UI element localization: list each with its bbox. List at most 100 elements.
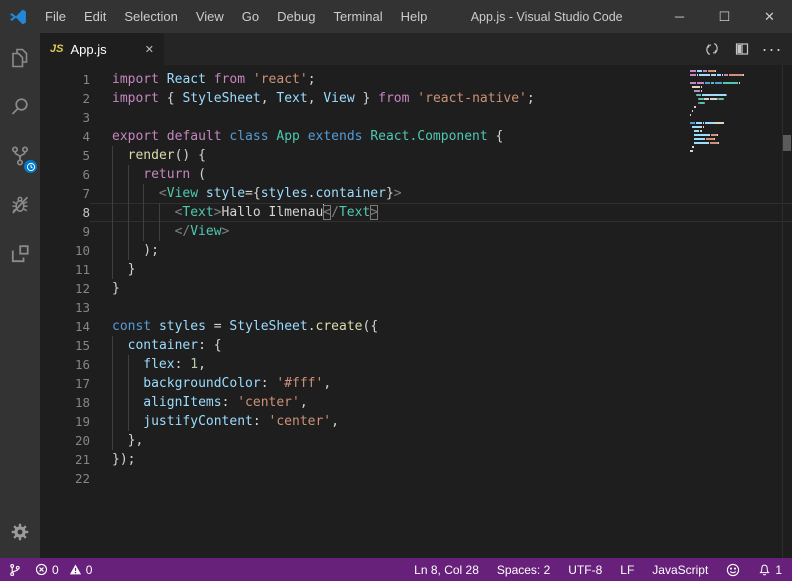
tab-bar: JS App.js ✕: [40, 33, 792, 65]
line-number: 22: [40, 469, 90, 488]
main-area: JS App.js ✕: [0, 33, 792, 558]
indent-guide: [143, 203, 159, 222]
more-actions-icon[interactable]: ···: [758, 36, 786, 62]
code-token: View: [190, 224, 221, 239]
menu-selection[interactable]: Selection: [115, 0, 186, 33]
code-line-22[interactable]: 22: [40, 469, 792, 488]
code-token: export default: [112, 129, 229, 144]
line-number: 15: [40, 336, 90, 355]
status-indentation[interactable]: Spaces: 2: [497, 563, 550, 577]
minimap-line: [690, 142, 768, 144]
code-line-text: flex: 1,: [90, 355, 792, 374]
menu-file[interactable]: File: [36, 0, 75, 33]
errors-count: 0: [52, 563, 59, 577]
code-line-21[interactable]: 21});: [40, 450, 792, 469]
debug-icon[interactable]: [0, 180, 40, 229]
split-editor-icon[interactable]: [728, 36, 756, 62]
menu-terminal[interactable]: Terminal: [324, 0, 391, 33]
code-token: container: [315, 186, 385, 201]
code-line-7[interactable]: 7<View style={styles.container}>: [40, 184, 792, 203]
code-line-15[interactable]: 15container: {: [40, 336, 792, 355]
minimap-line: [690, 154, 768, 156]
status-eol[interactable]: LF: [620, 563, 634, 577]
minimap[interactable]: [690, 70, 768, 158]
code-line-16[interactable]: 16flex: 1,: [40, 355, 792, 374]
explorer-icon[interactable]: [0, 33, 40, 82]
feedback-smiley-icon[interactable]: [726, 563, 740, 577]
code-token: </: [175, 224, 191, 239]
git-branch-icon[interactable]: [8, 563, 21, 577]
status-bar: 0 0: [0, 558, 792, 581]
errors-icon: [35, 563, 48, 576]
tab-close-icon[interactable]: ✕: [145, 43, 154, 56]
code-line-8[interactable]: 8<Text>Hallo Ilmenau</Text>: [40, 203, 792, 222]
code-line-10[interactable]: 10);: [40, 241, 792, 260]
code-line-1[interactable]: 1import React from 'react';: [40, 70, 792, 89]
source-control-icon[interactable]: [0, 131, 40, 180]
indent-guide: [112, 165, 128, 184]
search-icon[interactable]: [0, 82, 40, 131]
maximize-button[interactable]: ☐: [702, 0, 747, 33]
menu-help[interactable]: Help: [392, 0, 437, 33]
line-number: 16: [40, 355, 90, 374]
notifications-bell[interactable]: 1: [758, 563, 782, 577]
status-cursor-position[interactable]: Ln 8, Col 28: [414, 563, 479, 577]
indent-guide: [128, 355, 144, 374]
indent-guide: [112, 336, 128, 355]
menu-go[interactable]: Go: [233, 0, 268, 33]
code-line-5[interactable]: 5render() {: [40, 146, 792, 165]
minimap-line: [690, 98, 768, 100]
code-line-12[interactable]: 12}: [40, 279, 792, 298]
code-token: });: [112, 452, 135, 467]
code-token: );: [143, 243, 159, 258]
code-editor[interactable]: 1import React from 'react';2import { Sty…: [40, 65, 792, 558]
code-lines: 1import React from 'react';2import { Sty…: [40, 65, 792, 558]
code-token: >: [222, 224, 230, 239]
line-number: 19: [40, 412, 90, 431]
code-token: Text: [182, 205, 213, 220]
indent-guide: [112, 260, 128, 279]
code-line-19[interactable]: 19justifyContent: 'center',: [40, 412, 792, 431]
menu-edit[interactable]: Edit: [75, 0, 115, 33]
code-token: ,: [198, 357, 206, 372]
vscode-window: FileEditSelectionViewGoDebugTerminalHelp…: [0, 0, 792, 581]
indent-guide: [128, 184, 144, 203]
code-line-3[interactable]: 3: [40, 108, 792, 127]
code-line-6[interactable]: 6return (: [40, 165, 792, 184]
code-token: }: [386, 186, 394, 201]
tab-appjs[interactable]: JS App.js ✕: [40, 33, 164, 65]
menu-debug[interactable]: Debug: [268, 0, 324, 33]
extensions-icon[interactable]: [0, 229, 40, 278]
overview-ruler[interactable]: [782, 65, 792, 558]
code-line-9[interactable]: 9 </View>: [40, 222, 792, 241]
code-line-text: });: [90, 450, 792, 469]
status-language-mode[interactable]: JavaScript: [652, 563, 708, 577]
code-token: styles: [261, 186, 308, 201]
minimize-button[interactable]: ─: [657, 0, 702, 33]
indent-guide: [159, 222, 175, 241]
code-line-13[interactable]: 13: [40, 298, 792, 317]
code-line-18[interactable]: 18alignItems: 'center',: [40, 393, 792, 412]
open-changes-icon[interactable]: [698, 36, 726, 62]
code-token: }: [355, 91, 378, 106]
line-number: 3: [40, 108, 90, 127]
code-line-11[interactable]: 11}: [40, 260, 792, 279]
status-encoding[interactable]: UTF-8: [568, 563, 602, 577]
code-line-4[interactable]: 4export default class App extends React.…: [40, 127, 792, 146]
code-line-20[interactable]: 20},: [40, 431, 792, 450]
code-token: : {: [198, 338, 221, 353]
minimap-line: [690, 126, 768, 128]
code-line-17[interactable]: 17backgroundColor: '#fff',: [40, 374, 792, 393]
indent-guide: [143, 222, 159, 241]
code-line-14[interactable]: 14const styles = StyleSheet.create({: [40, 317, 792, 336]
code-line-text: [90, 298, 792, 317]
close-button[interactable]: ✕: [747, 0, 792, 33]
code-token: ;: [527, 91, 535, 106]
menu-view[interactable]: View: [187, 0, 233, 33]
vscode-logo-icon: [0, 0, 36, 33]
line-number: 9: [40, 222, 90, 241]
problems-indicator[interactable]: 0 0: [35, 563, 92, 577]
settings-gear-icon[interactable]: [0, 514, 40, 550]
code-line-2[interactable]: 2import { StyleSheet, Text, View } from …: [40, 89, 792, 108]
code-token: class: [229, 129, 276, 144]
